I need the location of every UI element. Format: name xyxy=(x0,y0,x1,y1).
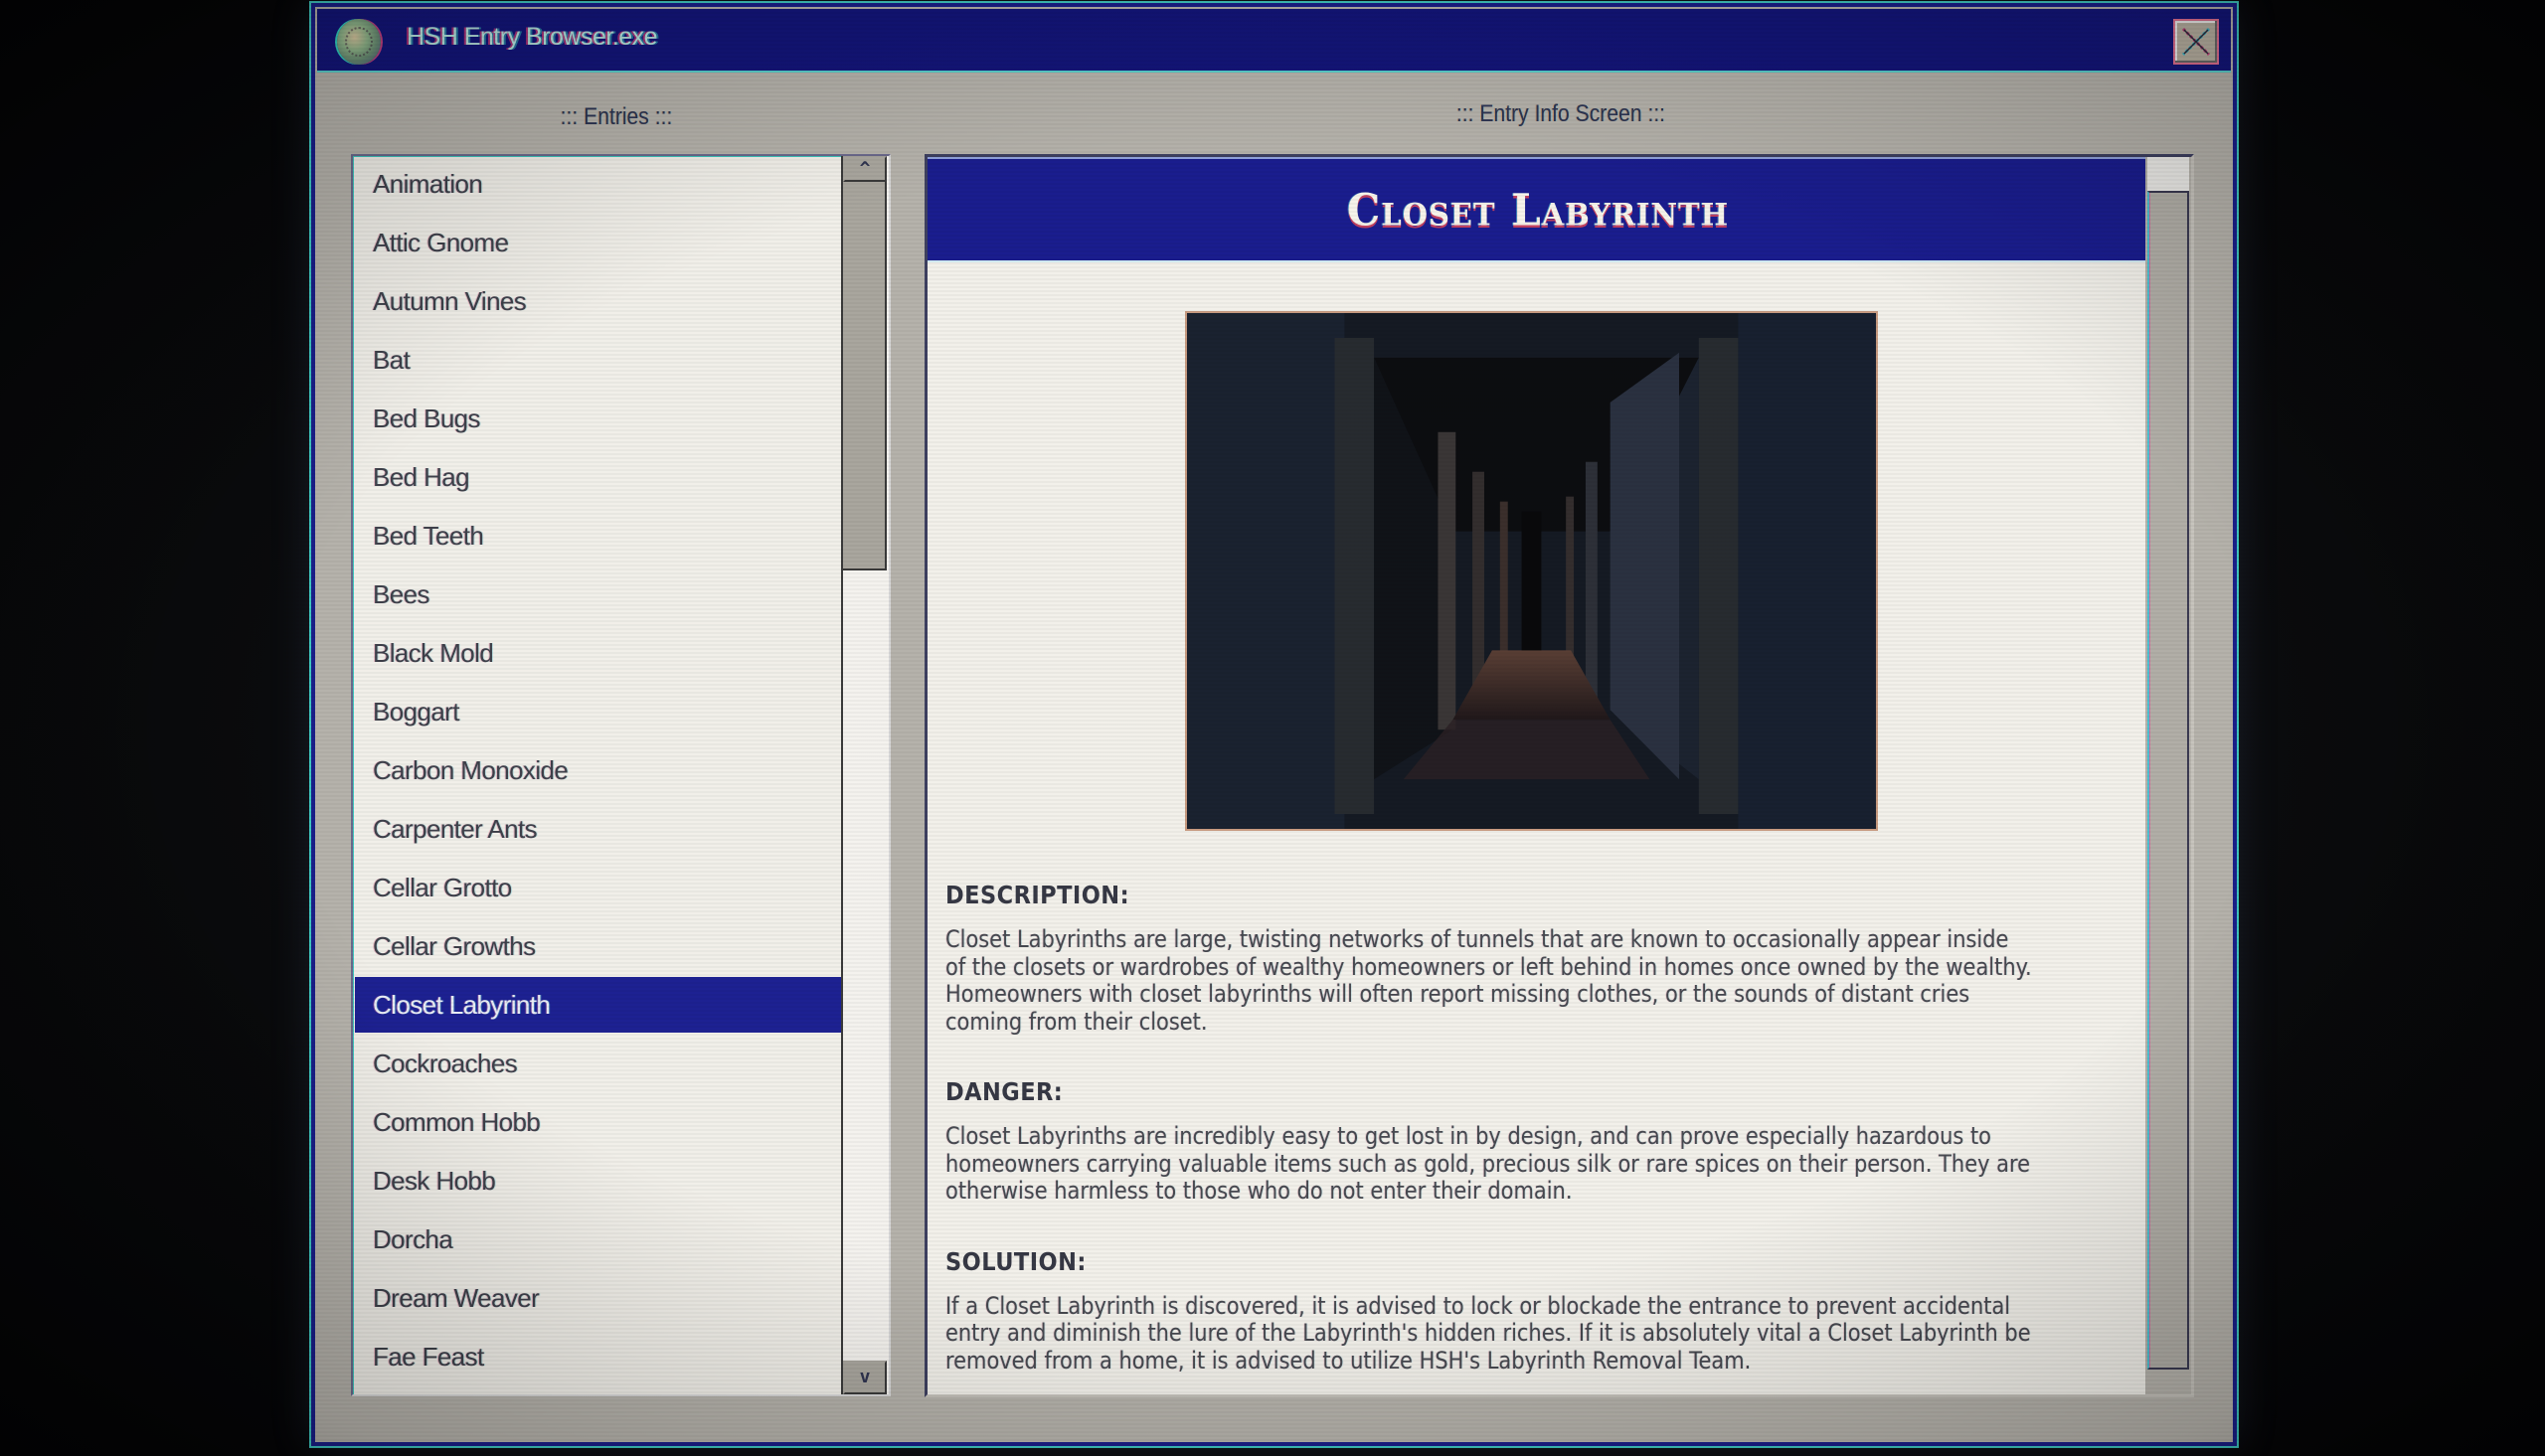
list-item[interactable]: Fae Feast xyxy=(355,1329,842,1384)
section-line: otherwise harmless to those who do not e… xyxy=(945,1177,1573,1205)
section-body: Closet Labyrinths are incredibly easy to… xyxy=(945,1122,2091,1206)
list-item-selected[interactable]: Closet Labyrinth xyxy=(355,977,842,1033)
list-item[interactable]: Animation xyxy=(355,156,842,212)
globe-brain-icon xyxy=(337,19,381,65)
section-line: of the closets or wardrobes of wealthy h… xyxy=(945,952,2032,981)
list-item[interactable]: Bed Teeth xyxy=(355,508,842,564)
entry-info-content: Closet Labyrinth DESCRIPTION: Closet Lab… xyxy=(928,157,2148,1394)
list-item[interactable]: Attic Gnome xyxy=(355,215,842,270)
info-scroll-track-top xyxy=(2147,157,2189,191)
entry-info-panel: Closet Labyrinth DESCRIPTION: Closet Lab… xyxy=(925,154,2194,1397)
section-body: If a Closet Labyrinth is discovered, it … xyxy=(945,1291,2091,1375)
section-line: Closet Labyrinths are large, twisting ne… xyxy=(945,925,2009,953)
entries-list[interactable]: Animation Attic Gnome Autumn Vines Bat Bed B… xyxy=(351,154,891,1396)
window-title: HSH Entry Browser.exe xyxy=(407,23,658,51)
section-heading: SOLUTION: xyxy=(945,1246,1087,1276)
list-item[interactable]: Common Hobb xyxy=(355,1094,842,1150)
info-scrollbar[interactable] xyxy=(2145,157,2191,1394)
entry-image xyxy=(1185,311,1878,831)
entries-list-items: Animation Attic Gnome Autumn Vines Bat Bed B… xyxy=(353,156,842,1394)
list-item[interactable]: Black Mold xyxy=(355,625,842,681)
list-item[interactable]: Autumn Vines xyxy=(355,273,842,329)
list-item[interactable]: Boggart xyxy=(355,684,842,739)
list-item[interactable]: Carpenter Ants xyxy=(355,801,842,857)
section-line: homeowners carrying valuable items such … xyxy=(945,1149,2031,1178)
section-line: Closet Labyrinths are incredibly easy to… xyxy=(945,1122,1991,1150)
entry-header: Closet Labyrinth xyxy=(928,157,2148,262)
list-item[interactable]: Bees xyxy=(355,566,842,622)
corridor-illustration xyxy=(1187,313,1876,829)
section-line: Homeowners with closet labyrinths will o… xyxy=(945,980,1970,1008)
section-body: Closet Labyrinths are large, twisting ne… xyxy=(945,925,2091,1036)
entry-title: Closet Labyrinth xyxy=(1346,184,1730,236)
section-heading: DANGER: xyxy=(945,1077,1064,1106)
list-item[interactable]: Bat xyxy=(355,332,842,388)
list-item[interactable]: Bed Bugs xyxy=(355,391,842,446)
section-line: If a Closet Labyrinth is discovered, it … xyxy=(945,1291,2011,1320)
entry-info-label: ::: Entry Info Screen ::: xyxy=(1455,100,1666,127)
section-heading: DESCRIPTION: xyxy=(945,881,1130,909)
title-bar[interactable]: HSH Entry Browser.exe xyxy=(317,9,2231,73)
section-line: entry and diminish the lure of the Labyr… xyxy=(945,1319,2031,1347)
entries-scrollbar[interactable]: ^ v xyxy=(841,156,889,1394)
list-item[interactable]: Carbon Monoxide xyxy=(355,742,842,798)
list-item[interactable]: Bed Hag xyxy=(355,449,842,505)
section-line: coming from their closet. xyxy=(945,1007,1208,1036)
section-line: removed from a home, it is advised to ut… xyxy=(945,1346,1752,1375)
close-x-icon xyxy=(2181,27,2211,57)
close-button[interactable] xyxy=(2173,19,2219,65)
list-item[interactable]: Dorcha xyxy=(355,1212,842,1267)
entries-scroll-thumb[interactable] xyxy=(843,182,887,571)
list-item[interactable]: Cockroaches xyxy=(355,1036,842,1091)
info-scroll-thumb[interactable] xyxy=(2147,191,2189,1370)
list-item[interactable]: Desk Hobb xyxy=(355,1153,842,1209)
list-item[interactable]: Dream Weaver xyxy=(355,1270,842,1326)
list-item[interactable]: Cellar Growths xyxy=(355,918,842,974)
entries-label: ::: Entries ::: xyxy=(560,103,673,130)
scroll-up-button[interactable]: ^ xyxy=(843,156,887,182)
scroll-down-button[interactable]: v xyxy=(843,1361,887,1394)
list-item[interactable]: Cellar Grotto xyxy=(355,860,842,915)
